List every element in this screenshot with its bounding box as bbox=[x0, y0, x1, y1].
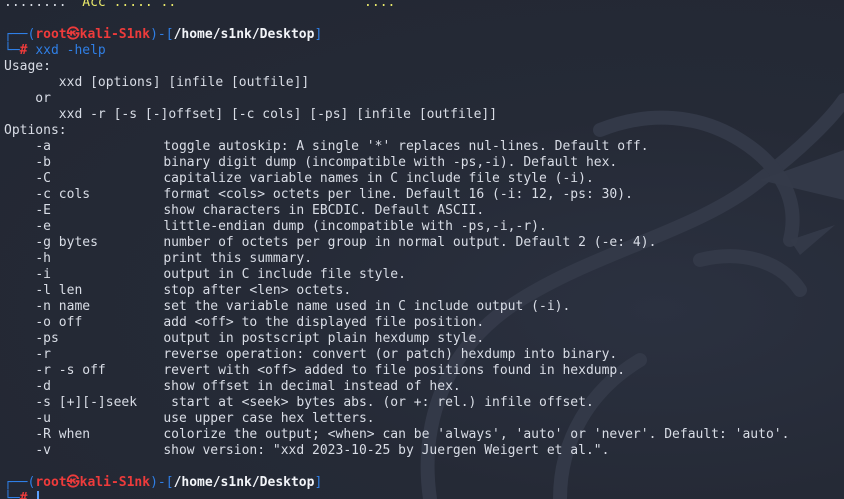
option-flag: -r -s off bbox=[35, 363, 106, 378]
at-icon: ㉿ bbox=[66, 475, 80, 490]
options-list: -a toggle autoskip: A single '*' replaces… bbox=[4, 139, 844, 459]
usage-header: Usage: bbox=[4, 59, 51, 74]
prompt-host: kali-S1nk bbox=[79, 27, 151, 42]
usage-or: or bbox=[4, 91, 51, 106]
option-row: -R when colorize the output; <when> can b… bbox=[4, 427, 844, 443]
option-desc: output in C include file style. bbox=[163, 267, 406, 282]
option-row: -c cols format <cols> octets per line. De… bbox=[4, 187, 844, 203]
option-desc: show characters in EBCDIC. Default ASCII… bbox=[163, 203, 485, 218]
option-row: -a toggle autoskip: A single '*' replaces… bbox=[4, 139, 844, 155]
usage-line-2: xxd -r [-s [-]offset] [-c cols] [-ps] [i… bbox=[4, 107, 498, 122]
option-desc: capitalize variable names in C include f… bbox=[163, 171, 594, 186]
root-hash-icon: # bbox=[19, 43, 28, 58]
option-desc: start at <seek> bytes abs. (or +: rel.) … bbox=[163, 395, 594, 410]
option-row: -E show characters in EBCDIC. Default ASC… bbox=[4, 203, 844, 219]
option-flag: -R when bbox=[35, 427, 91, 442]
option-flag: -h bbox=[35, 251, 51, 266]
option-row: -ps output in postscript plain hexdump st… bbox=[4, 331, 844, 347]
option-row: -b binary digit dump (incompatible with -… bbox=[4, 155, 844, 171]
option-desc: add <off> to the displayed file position… bbox=[163, 315, 485, 330]
option-flag: -e bbox=[35, 219, 51, 234]
option-row: -e little-endian dump (incompatible with … bbox=[4, 219, 844, 235]
option-desc: output in postscript plain hexdump style… bbox=[163, 331, 485, 346]
option-flag: -v bbox=[35, 443, 51, 458]
option-desc: set the variable name used in C include … bbox=[163, 299, 571, 314]
option-row: -C capitalize variable names in C include… bbox=[4, 171, 844, 187]
option-flag: -i bbox=[35, 267, 51, 282]
option-desc: show offset in decimal instead of hex. bbox=[163, 379, 461, 394]
usage-line-1: xxd [options] [infile [outfile]] bbox=[4, 75, 310, 90]
option-desc: colorize the output; <when> can be 'alwa… bbox=[163, 427, 790, 442]
prompt-path: /home/s1nk/Desktop bbox=[173, 475, 315, 490]
option-row: -r -s off revert with <off> added to file… bbox=[4, 363, 844, 379]
option-flag: -a bbox=[35, 139, 51, 154]
option-flag: -n name bbox=[35, 299, 91, 314]
option-desc: print this summary. bbox=[163, 251, 313, 266]
option-desc: reverse operation: convert (or patch) he… bbox=[163, 347, 618, 362]
text-cursor[interactable] bbox=[37, 491, 40, 499]
options-header: Options: bbox=[4, 123, 67, 138]
option-flag: -r bbox=[35, 347, 51, 362]
option-desc: format <cols> octets per line. Default 1… bbox=[163, 187, 633, 202]
terminal-output: ........ Acc ..... .. .... ┌──(root㉿kali… bbox=[4, 0, 844, 499]
root-hash-icon: # bbox=[19, 491, 28, 499]
option-flag: -l len bbox=[35, 283, 83, 298]
option-desc: stop after <len> octets. bbox=[163, 283, 352, 298]
command-text: xxd -help bbox=[35, 43, 106, 58]
option-desc: little-endian dump (incompatible with -p… bbox=[163, 219, 547, 234]
option-desc: show version: "xxd 2023-10-25 by Juergen… bbox=[163, 443, 610, 458]
prompt-user: root bbox=[35, 27, 67, 42]
option-row: -u use upper case hex letters. bbox=[4, 411, 844, 427]
option-desc: binary digit dump (incompatible with -ps… bbox=[163, 155, 618, 170]
prompt-host: kali-S1nk bbox=[79, 475, 151, 490]
option-row: -h print this summary. bbox=[4, 251, 844, 267]
option-flag: -d bbox=[35, 379, 51, 394]
option-desc: toggle autoskip: A single '*' replaces n… bbox=[163, 139, 649, 154]
option-flag: -s [+][-]seek bbox=[35, 395, 138, 410]
option-flag: -o off bbox=[35, 315, 83, 330]
prompt-line-top-2: ┌──(root㉿kali-S1nk)-[/home/s1nk/Desktop] bbox=[4, 475, 323, 490]
prompt-input-line[interactable]: └─# bbox=[4, 491, 844, 499]
partial-top-line: ........ Acc ..... .. .... bbox=[4, 0, 396, 10]
option-row: -d show offset in decimal instead of hex. bbox=[4, 379, 844, 395]
prompt-line-top: ┌──(root㉿kali-S1nk)-[/home/s1nk/Desktop] bbox=[4, 27, 323, 42]
option-flag: -C bbox=[35, 171, 51, 186]
option-desc: revert with <off> added to file position… bbox=[163, 363, 626, 378]
option-row: -g bytes number of octets per group in no… bbox=[4, 235, 844, 251]
option-row: -v show version: "xxd 2023-10-25 by Juerg… bbox=[4, 443, 844, 459]
option-flag: -E bbox=[35, 203, 51, 218]
option-desc: number of octets per group in normal out… bbox=[163, 235, 657, 250]
prompt-line-command: └─# xxd -help bbox=[4, 43, 106, 58]
option-row: -o off add <off> to the displayed file po… bbox=[4, 315, 844, 331]
option-flag: -ps bbox=[35, 331, 59, 346]
option-flag: -u bbox=[35, 411, 51, 426]
option-row: -l len stop after <len> octets. bbox=[4, 283, 844, 299]
option-flag: -g bytes bbox=[35, 235, 98, 250]
at-icon: ㉿ bbox=[66, 27, 80, 42]
prompt-user: root bbox=[35, 475, 67, 490]
terminal-window[interactable]: ........ Acc ..... .. .... ┌──(root㉿kali… bbox=[0, 0, 844, 499]
prompt-path: /home/s1nk/Desktop bbox=[173, 27, 315, 42]
option-desc: use upper case hex letters. bbox=[163, 411, 375, 426]
option-row: -s [+][-]seek start at <seek> bytes abs.… bbox=[4, 395, 844, 411]
option-flag: -c cols bbox=[35, 187, 91, 202]
option-row: -n name set the variable name used in C i… bbox=[4, 299, 844, 315]
option-row: -i output in C include file style. bbox=[4, 267, 844, 283]
option-flag: -b bbox=[35, 155, 51, 170]
option-row: -r reverse operation: convert (or patch) … bbox=[4, 347, 844, 363]
